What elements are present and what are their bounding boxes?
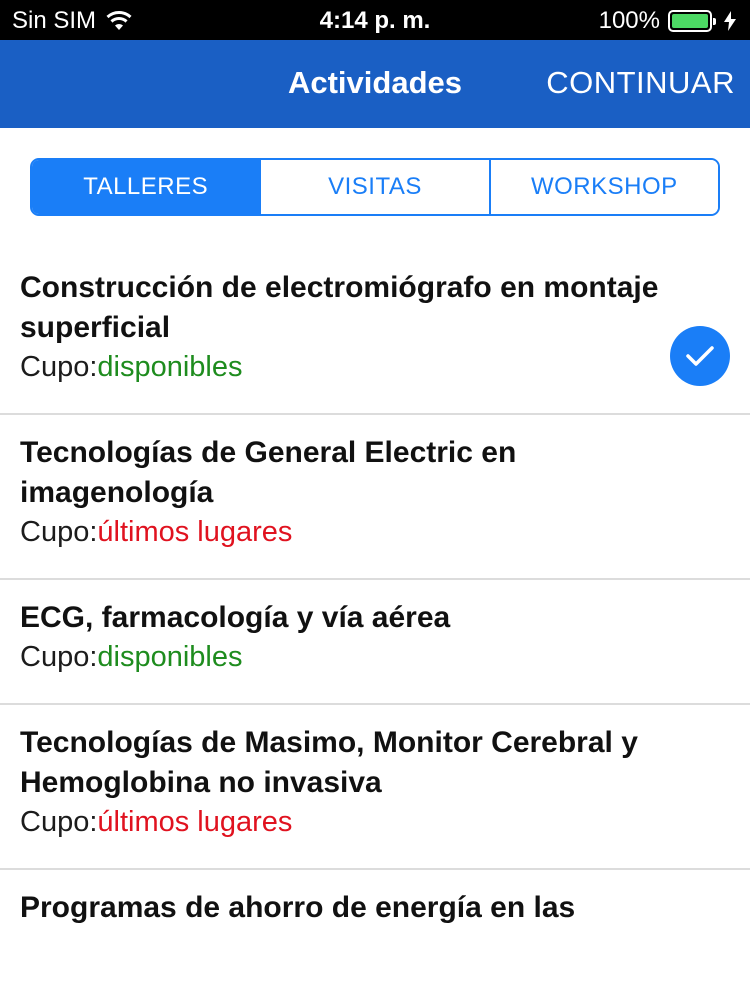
tab-workshop[interactable]: WORKSHOP [490, 160, 718, 214]
cupo-label: Cupo: [20, 351, 98, 383]
cupo-label: Cupo: [20, 806, 98, 838]
activity-title: Tecnologías de General Electric en image… [20, 436, 517, 509]
availability-status: disponibles [97, 351, 243, 383]
navigation-bar: Actividades CONTINUAR [0, 40, 750, 128]
battery-percent: 100% [598, 7, 660, 34]
checkmark-icon[interactable] [670, 326, 730, 386]
availability-status: disponibles [97, 641, 243, 673]
list-item[interactable]: Tecnologías de Masimo, Monitor Cerebral … [0, 705, 750, 870]
charging-icon [724, 11, 736, 31]
tab-talleres[interactable]: TALLERES [32, 160, 262, 214]
activity-title: Construcción de electromiógrafo en monta… [20, 271, 659, 344]
availability-status: últimos lugares [97, 516, 293, 548]
activity-availability: Cupo:disponibles [20, 348, 660, 386]
activity-title: ECG, farmacología y vía aérea [20, 601, 451, 634]
battery-group: 100% [599, 7, 736, 35]
cupo-label: Cupo: [20, 516, 98, 548]
activity-availability: Cupo:últimos lugares [20, 513, 660, 551]
status-bar: Sin SIM 4:14 p. m. 100% [0, 0, 750, 40]
list-item[interactable]: Tecnologías de General Electric en image… [0, 415, 750, 580]
availability-status: últimos lugares [97, 806, 293, 838]
battery-icon [668, 10, 716, 32]
list-item[interactable]: Construcción de electromiógrafo en monta… [0, 250, 750, 415]
tab-visitas[interactable]: VISITAS [261, 160, 491, 214]
activity-type-tabs: TALLERES VISITAS WORKSHOP [30, 158, 720, 216]
cupo-label: Cupo: [20, 641, 98, 673]
activity-availability: Cupo:disponibles [20, 638, 660, 676]
continue-button[interactable]: CONTINUAR [546, 65, 735, 101]
activity-title: Tecnologías de Masimo, Monitor Cerebral … [20, 726, 638, 799]
activities-list: Construcción de electromiógrafo en monta… [0, 250, 750, 955]
activity-availability: Cupo:últimos lugares [20, 803, 660, 841]
activity-title: Programas de ahorro de energía en las [20, 891, 576, 924]
list-item[interactable]: ECG, farmacología y vía aérea Cupo:dispo… [0, 580, 750, 705]
list-item[interactable]: Programas de ahorro de energía en las [0, 870, 750, 955]
